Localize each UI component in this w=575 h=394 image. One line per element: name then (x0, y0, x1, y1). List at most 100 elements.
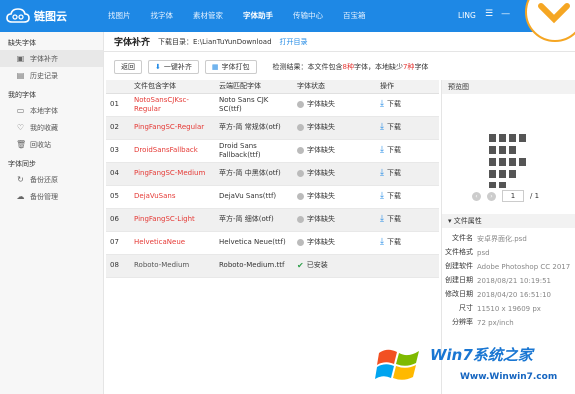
download-dir: 下载目录：E:\LianTuYunDownload (158, 37, 272, 46)
back-button[interactable]: 返回 (114, 60, 142, 74)
page-input[interactable]: 1 (502, 190, 524, 202)
font-action: ⤓ 下载 (376, 185, 439, 209)
check-icon: ✔ (297, 261, 304, 270)
download-label: 下载 (386, 100, 401, 108)
file-font-name: HelveticaNeue (130, 231, 215, 255)
download-label: 下载 (386, 146, 401, 154)
file-attributes: 文件名 安卓界面化.psd 文件格式 psd 创建软件 Adobe Photoshop C… (442, 233, 575, 331)
attribute-value: 安卓界面化.psd (477, 235, 527, 243)
minimize-icon[interactable]: — (501, 9, 510, 19)
font-action: ⤓ 下载 (376, 116, 439, 140)
file-font-name: PingFangSC-Light (130, 208, 215, 232)
download-label: 下载 (386, 192, 401, 200)
missing-status-icon (297, 101, 304, 108)
attribute-key: 修改日期 (445, 290, 473, 298)
font-status-label: 字体缺失 (307, 123, 335, 131)
font-status-label: 字体缺失 (307, 169, 335, 177)
attribute-value: 2018/08/21 10:19:51 (477, 277, 552, 285)
table-row: 02 PingFangSC-Regular 苹方-简 常规体(otf) 字体缺失 ⤓ 下载 (106, 116, 439, 140)
attribute-value: 2018/04/20 16:51:10 (477, 291, 552, 299)
download-label: 下载 (386, 215, 401, 223)
download-icon: ⤓ (380, 191, 384, 201)
missing-status-icon (297, 193, 304, 200)
file-font-name: DejaVuSans (130, 185, 215, 209)
history-icon: ▤ (16, 71, 25, 80)
cloud-font-name: 苹方-简 中黑体(otf) (215, 162, 293, 186)
file-font-name: NotoSansCJKsc-Regular (130, 93, 215, 117)
main-nav: 找图片 找字体 素材管家 字体助手 传输中心 百宝箱 (100, 0, 378, 32)
heart-icon: ♡ (16, 123, 25, 132)
nav-asset-manager[interactable]: 素材管家 (185, 0, 231, 32)
download-button[interactable]: ⤓ 下载 (380, 238, 439, 247)
open-dir-link[interactable]: 打开目录 (280, 37, 308, 47)
attribute-row: 文件格式 psd (442, 247, 575, 261)
one-click-complete-button[interactable]: ⬇ 一键补齐 (148, 60, 199, 74)
page-title: 字体补齐 (114, 38, 151, 48)
attribute-row: 创建日期 2018/08/21 10:19:51 (442, 275, 575, 289)
page-total: / 1 (530, 192, 540, 200)
font-status: 字体缺失 (293, 162, 376, 186)
col-file-font-header: 文件包含字体 (130, 80, 215, 94)
font-status-label: 字体缺失 (307, 215, 335, 223)
sidebar-item-favorites[interactable]: ♡ 我的收藏 (0, 119, 103, 136)
attribute-key: 创建软件 (445, 262, 473, 270)
next-page-icon[interactable]: › (487, 191, 496, 201)
download-button[interactable]: ⤓ 下载 (380, 192, 439, 201)
download-button[interactable]: ⤓ 下载 (380, 169, 439, 178)
attribute-row: 修改日期 2018/04/20 16:51:10 (442, 289, 575, 303)
download-icon: ⤓ (380, 214, 384, 224)
font-status-label: 字体缺失 (307, 146, 335, 154)
user-name[interactable]: LING (458, 11, 476, 20)
cloud-font-name: Noto Sans CJK SC(ttf) (215, 93, 293, 117)
download-icon: ⤓ (380, 168, 384, 178)
sidebar-item-backup-manage[interactable]: ☁ 备份管理 (0, 188, 103, 205)
nav-font-assistant[interactable]: 字体助手 (235, 0, 281, 32)
attribute-key: 分辨率 (452, 318, 473, 326)
nav-toolbox[interactable]: 百宝箱 (335, 0, 374, 32)
sidebar-item-history[interactable]: ▤ 历史记录 (0, 67, 103, 84)
preview-thumbnail[interactable] (487, 132, 532, 190)
sidebar-item-label: 我的收藏 (30, 123, 58, 132)
cloud-font-name: 苹方-简 细体(otf) (215, 208, 293, 232)
file-font-name: DroidSansFallback (130, 139, 215, 163)
font-status-label: 字体缺失 (307, 238, 335, 246)
sidebar-item-local-fonts[interactable]: ▭ 本地字体 (0, 102, 103, 119)
sidebar-item-recycle-bin[interactable]: 🗑 回收站 (0, 136, 103, 153)
prev-page-icon[interactable]: ‹ (472, 191, 481, 201)
nav-find-images[interactable]: 找图片 (100, 0, 139, 32)
pack-fonts-button[interactable]: ▦ 字体打包 (204, 60, 257, 74)
sidebar-item-label: 备份还原 (30, 175, 58, 184)
sidebar-section-missing-fonts: 缺失字体 (8, 39, 36, 47)
download-label: 下载 (386, 123, 401, 131)
package-icon: ▦ (211, 63, 219, 71)
sidebar-item-backup-restore[interactable]: ↻ 备份还原 (0, 171, 103, 188)
chevron-down-icon (538, 3, 570, 24)
font-table: 文件包含字体 云端匹配字体 字体状态 操作 01 NotoSansCJKsc-Re… (106, 80, 439, 278)
col-action-header: 操作 (376, 80, 439, 94)
download-button[interactable]: ⤓ 下载 (380, 123, 439, 132)
download-button[interactable]: ⤓ 下载 (380, 146, 439, 155)
nav-find-fonts[interactable]: 找字体 (143, 0, 182, 32)
font-status: 字体缺失 (293, 93, 376, 117)
file-font-name: PingFangSC-Medium (130, 162, 215, 186)
app-logo[interactable]: 链图云 (6, 8, 67, 24)
sidebar-item-font-complete[interactable]: ▣ 字体补齐 (0, 50, 103, 67)
download-button[interactable]: ⤓ 下载 (380, 100, 439, 109)
download-button[interactable]: ⤓ 下载 (380, 215, 439, 224)
attribute-row: 分辨率 72 px/inch (442, 317, 575, 331)
table-row: 03 DroidSansFallback Droid Sans Fallback(t… (106, 139, 439, 163)
sidebar-item-label: 字体补齐 (30, 54, 58, 63)
row-number: 02 (106, 116, 130, 140)
file-attributes-title[interactable]: ▾ 文件属性 (442, 214, 575, 228)
nav-transfer-center[interactable]: 传输中心 (285, 0, 331, 32)
watermark-text: Win7系统之家 (430, 346, 533, 364)
back-label: 返回 (121, 63, 135, 71)
attribute-value: 72 px/inch (477, 319, 514, 327)
download-icon: ⬇ (155, 63, 161, 71)
preview-title: 预览图 (442, 80, 575, 94)
font-action (376, 254, 439, 278)
missing-status-icon (297, 124, 304, 131)
missing-status-icon (297, 216, 304, 223)
menu-icon[interactable]: ☰ (485, 9, 493, 19)
font-action: ⤓ 下载 (376, 93, 439, 117)
